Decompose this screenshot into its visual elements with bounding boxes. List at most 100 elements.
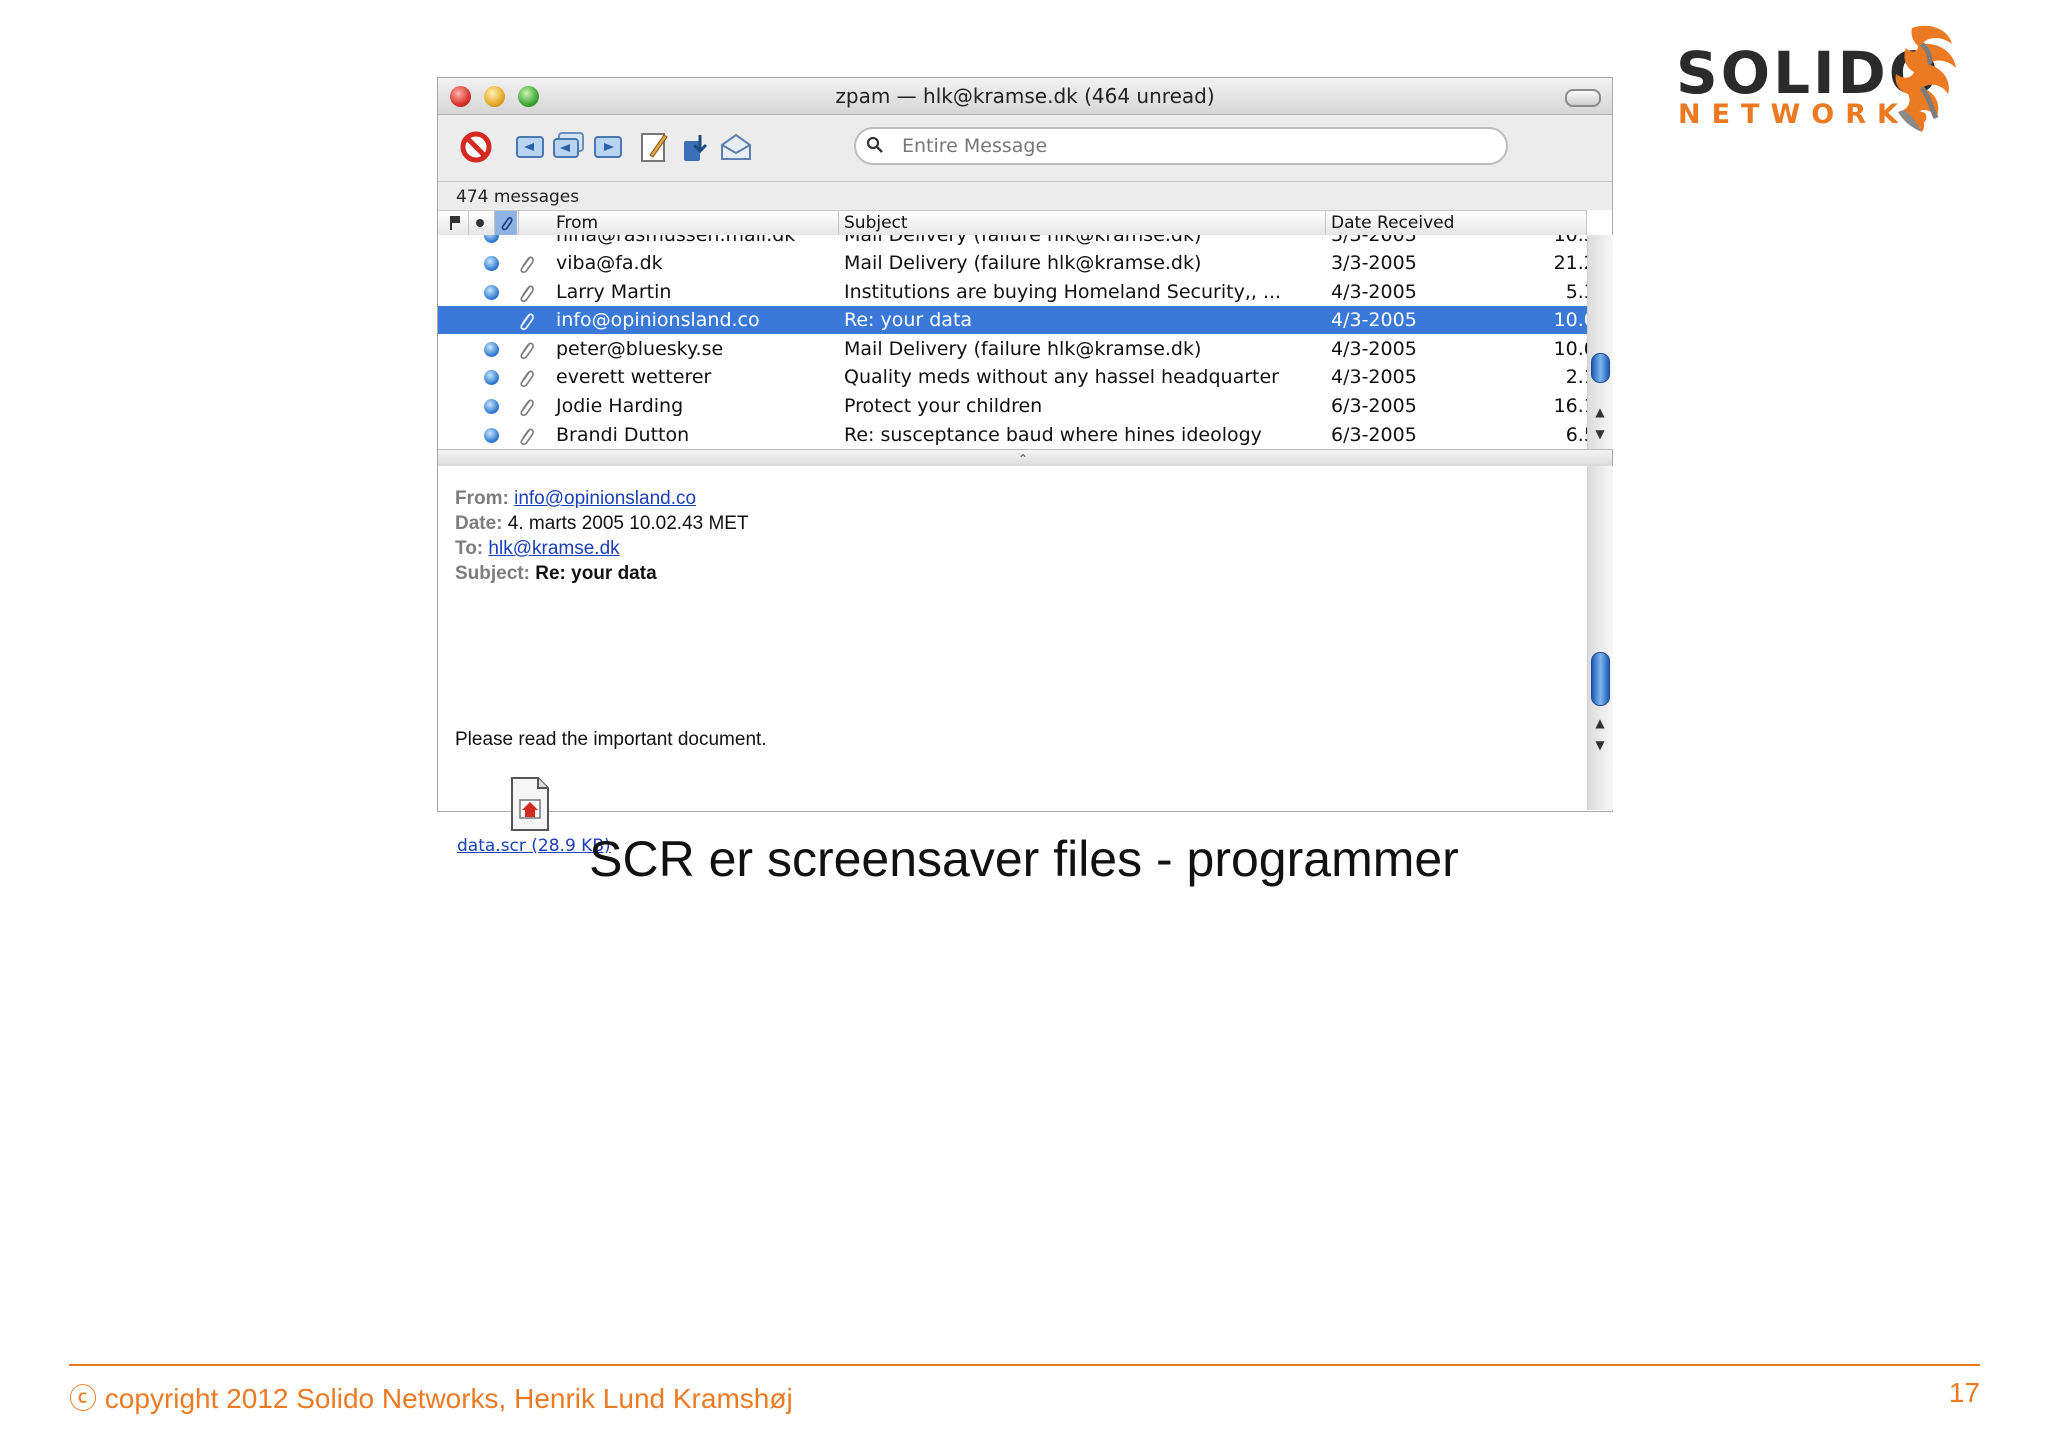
scroll-up-arrow[interactable]: ▲ xyxy=(1592,405,1608,419)
mail-window: zpam — hlk@kramse.dk (464 unread) Entire… xyxy=(437,77,1613,856)
message-row[interactable]: viba@fa.dk Mail Delivery (failure hlk@kra… xyxy=(438,249,1587,277)
message-date: 6/3-2005 xyxy=(1331,395,1417,417)
paperclip-icon xyxy=(520,399,534,416)
message-row[interactable]: everett wetterer Quality meds without any… xyxy=(438,363,1587,391)
search-input[interactable] xyxy=(900,133,1484,159)
seahorse-logo-icon xyxy=(1895,25,1956,133)
unread-dot-icon xyxy=(484,370,499,386)
message-date: 4/3-2005 xyxy=(1331,337,1417,360)
message-from: Jodie Harding xyxy=(556,395,684,417)
message-from: peter@bluesky.se xyxy=(556,337,724,360)
column-from[interactable]: From xyxy=(556,213,598,233)
unread-column-icon[interactable] xyxy=(476,219,484,227)
scrollbar-thumb[interactable] xyxy=(1591,353,1610,383)
message-from: Larry Martin xyxy=(556,280,672,303)
message-preview: From: info@opinionsland.co Date: 4. mart… xyxy=(438,466,1587,856)
message-from: everett wetterer xyxy=(556,366,712,389)
preview-to-link[interactable]: hlk@kramse.dk xyxy=(488,538,619,559)
message-from: info@opinionsland.co xyxy=(556,309,760,332)
get-mail-icon[interactable] xyxy=(676,129,712,165)
window-titlebar: zpam — hlk@kramse.dk (464 unread) xyxy=(438,78,1612,115)
paperclip-icon xyxy=(520,342,534,359)
message-date: 6/3-2005 xyxy=(1331,423,1417,446)
paperclip-icon xyxy=(520,313,534,331)
unread-dot-icon xyxy=(484,399,499,414)
message-row[interactable]: info@opinionsland.co Re: your data 4/3-200… xyxy=(438,306,1587,335)
unread-dot-icon xyxy=(484,341,499,357)
mailbox-icon[interactable] xyxy=(718,129,754,165)
message-row[interactable]: Larry Martin Institutions are buying Home… xyxy=(438,278,1587,306)
message-date: 4/3-2005 xyxy=(1331,280,1417,303)
column-subject[interactable]: Subject xyxy=(844,213,908,233)
message-time: 10.02 xyxy=(1553,309,1587,332)
message-list: nina@rasmussen.mail.dk Mail Delivery (fa… xyxy=(438,235,1587,449)
mail-toolbar xyxy=(438,115,1612,182)
message-time: 6.50 xyxy=(1565,423,1587,446)
unread-dot-icon xyxy=(484,256,499,271)
junk-icon[interactable] xyxy=(458,129,494,165)
message-from: Brandi Dutton xyxy=(556,423,690,446)
flag-column-icon[interactable] xyxy=(448,215,462,231)
preview-scroll-up-arrow[interactable]: ▲ xyxy=(1592,716,1608,730)
preview-date: Date: 4. marts 2005 10.02.43 MET xyxy=(455,513,749,534)
message-time: 2.19 xyxy=(1565,366,1587,389)
attachment-file-icon[interactable] xyxy=(508,776,552,832)
paperclip-icon xyxy=(520,370,534,388)
message-subject: Quality meds without any hassel headquar… xyxy=(844,366,1279,389)
message-list-scrollbar[interactable]: ▲ ▼ xyxy=(1587,235,1613,449)
pane-splitter[interactable]: ⌃ xyxy=(438,449,1612,467)
footer-divider xyxy=(69,1364,1980,1366)
message-time: 10.02 xyxy=(1553,337,1587,360)
message-count-bar: 474 messages xyxy=(438,182,1612,210)
paperclip-icon xyxy=(520,428,534,445)
solido-networks-logo: SOLIDO NETWORKS xyxy=(1676,22,1966,134)
window-title: zpam — hlk@kramse.dk (464 unread) xyxy=(835,84,1215,108)
paperclip-icon xyxy=(520,256,534,273)
paperclip-icon xyxy=(501,216,513,231)
copyright-symbol: ⓒ xyxy=(69,1383,98,1414)
message-list-header: From Subject Date Received xyxy=(438,210,1587,236)
message-subject: Re: susceptance baud where hines ideolog… xyxy=(844,423,1262,446)
copyright-text: copyright 2012 Solido Networks, Henrik L… xyxy=(104,1383,793,1414)
message-subject: Re: your data xyxy=(844,309,973,332)
reply-icon[interactable] xyxy=(512,129,548,165)
attachment-column-header[interactable] xyxy=(495,211,517,235)
preview-scrollbar-thumb[interactable] xyxy=(1591,652,1610,706)
page-number: 17 xyxy=(1948,1377,1980,1408)
message-row[interactable]: Jodie Harding Protect your children 6/3-20… xyxy=(438,392,1587,420)
paperclip-icon xyxy=(520,285,534,302)
message-date: 4/3-2005 xyxy=(1331,366,1417,389)
preview-to: To: hlk@kramse.dk xyxy=(455,538,620,559)
column-date-received[interactable]: Date Received xyxy=(1331,213,1454,233)
scroll-down-arrow[interactable]: ▼ xyxy=(1592,427,1608,441)
preview-scrollbar[interactable]: ▲ ▼ xyxy=(1587,466,1613,810)
message-date: 4/3-2005 xyxy=(1331,309,1417,332)
message-row[interactable]: Brandi Dutton Re: susceptance baud where … xyxy=(438,421,1587,449)
compose-icon[interactable] xyxy=(636,129,672,165)
message-subject: Institutions are buying Homeland Securit… xyxy=(844,280,1282,303)
message-from: viba@fa.dk xyxy=(556,252,663,274)
message-time: 5.37 xyxy=(1565,280,1587,303)
preview-from: From: info@opinionsland.co xyxy=(455,488,697,509)
unread-dot-icon xyxy=(484,427,499,443)
message-subject: Protect your children xyxy=(844,395,1043,417)
message-subject: Mail Delivery (failure hlk@kramse.dk) xyxy=(844,252,1202,274)
forward-icon[interactable] xyxy=(590,129,626,165)
slide-caption: SCR er screensaver files - programmer xyxy=(589,831,1459,887)
message-date: 3/3-2005 xyxy=(1331,252,1417,274)
message-row-partial[interactable]: nina@rasmussen.mail.dk Mail Delivery (fa… xyxy=(438,235,1587,249)
message-count: 474 messages xyxy=(456,187,580,207)
footer-copyright: ⓒ copyright 2012 Solido Networks, Henrik… xyxy=(69,1377,793,1417)
preview-subject: Subject: Re: your data xyxy=(455,563,657,584)
search-field[interactable] xyxy=(854,127,1508,165)
preview-body: Please read the important document. xyxy=(455,729,767,750)
message-row[interactable]: peter@bluesky.se Mail Delivery (failure h… xyxy=(438,335,1587,363)
preview-from-link[interactable]: info@opinionsland.co xyxy=(514,488,696,509)
search-icon xyxy=(866,136,883,153)
reply-all-icon[interactable] xyxy=(550,129,586,165)
message-time: 16.10 xyxy=(1553,395,1587,417)
toolbar-toggle-button[interactable] xyxy=(1565,89,1601,107)
message-subject: Mail Delivery (failure hlk@kramse.dk) xyxy=(844,337,1202,360)
preview-scroll-down-arrow[interactable]: ▼ xyxy=(1592,738,1608,752)
message-time: 21.23 xyxy=(1553,252,1587,274)
